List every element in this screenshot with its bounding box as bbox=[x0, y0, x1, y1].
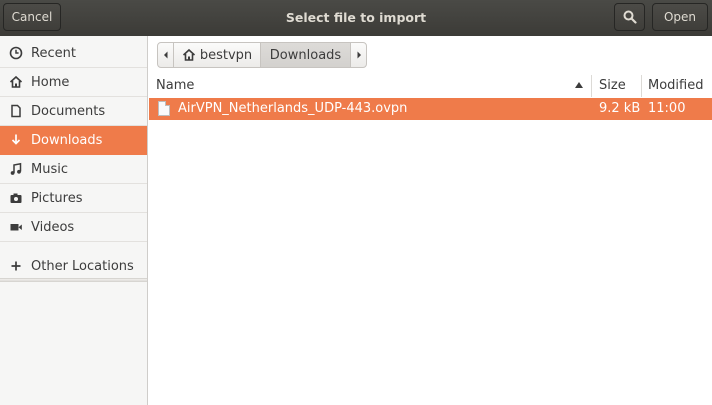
search-button[interactable] bbox=[614, 3, 645, 31]
cancel-button[interactable]: Cancel bbox=[3, 3, 61, 31]
path-scroll-left-button[interactable] bbox=[157, 42, 174, 68]
sidebar-item-label: Home bbox=[31, 74, 70, 90]
sidebar-item-label: Downloads bbox=[31, 132, 103, 148]
clock-icon bbox=[7, 44, 25, 62]
dialog-title: Select file to import bbox=[285, 10, 427, 25]
file-list-header: Name Size Modified bbox=[149, 73, 712, 99]
places-sidebar: Recent Home Documents Downloads Music Pi… bbox=[0, 36, 148, 405]
sidebar-item-music[interactable]: Music bbox=[0, 155, 147, 184]
search-icon bbox=[623, 10, 637, 24]
chevron-right-icon bbox=[357, 51, 361, 59]
document-icon bbox=[7, 102, 25, 120]
column-divider bbox=[591, 75, 592, 97]
download-icon bbox=[7, 131, 25, 149]
sidebar-item-recent[interactable]: Recent bbox=[0, 39, 147, 68]
sort-ascending-icon bbox=[575, 82, 583, 88]
file-modified: 11:00 bbox=[648, 101, 686, 116]
home-icon bbox=[7, 73, 25, 91]
path-segment-label: bestvpn bbox=[199, 47, 253, 63]
path-bar: bestvpn Downloads bbox=[157, 42, 367, 68]
sidebar-item-pictures[interactable]: Pictures bbox=[0, 184, 147, 213]
path-segment-home[interactable]: bestvpn bbox=[173, 42, 261, 68]
sidebar-item-label: Other Locations bbox=[31, 258, 134, 274]
table-row[interactable]: AirVPN_Netherlands_UDP-443.ovpn 9.2 kB 1… bbox=[149, 98, 712, 120]
sidebar-item-documents[interactable]: Documents bbox=[0, 97, 147, 126]
home-icon bbox=[182, 48, 195, 61]
open-button[interactable]: Open bbox=[652, 3, 708, 31]
column-header-name[interactable]: Name bbox=[156, 73, 194, 98]
sidebar-item-downloads[interactable]: Downloads bbox=[0, 126, 147, 155]
column-header-size[interactable]: Size bbox=[599, 73, 626, 98]
file-icon bbox=[158, 101, 170, 116]
plus-icon bbox=[7, 257, 25, 275]
path-segment-downloads[interactable]: Downloads bbox=[260, 42, 351, 68]
music-note-icon bbox=[7, 160, 25, 178]
sidebar-item-label: Music bbox=[31, 161, 68, 177]
file-name: AirVPN_Netherlands_UDP-443.ovpn bbox=[178, 101, 408, 116]
path-segment-label: Downloads bbox=[269, 47, 342, 63]
chevron-left-icon bbox=[163, 51, 167, 59]
video-icon bbox=[7, 218, 25, 236]
sidebar-item-label: Documents bbox=[31, 103, 106, 119]
column-divider bbox=[641, 75, 642, 97]
sidebar-item-label: Pictures bbox=[31, 190, 83, 206]
camera-icon bbox=[7, 189, 25, 207]
sidebar-item-other-locations[interactable]: Other Locations bbox=[0, 252, 147, 281]
column-header-modified[interactable]: Modified bbox=[648, 73, 703, 98]
path-scroll-right-button[interactable] bbox=[350, 42, 367, 68]
title-bar: Cancel Select file to import Open bbox=[0, 0, 712, 36]
sidebar-item-label: Recent bbox=[31, 45, 76, 61]
sidebar-item-home[interactable]: Home bbox=[0, 68, 147, 97]
file-size: 9.2 kB bbox=[599, 101, 641, 116]
sidebar-item-label: Videos bbox=[31, 219, 75, 235]
sidebar-item-videos[interactable]: Videos bbox=[0, 213, 147, 242]
